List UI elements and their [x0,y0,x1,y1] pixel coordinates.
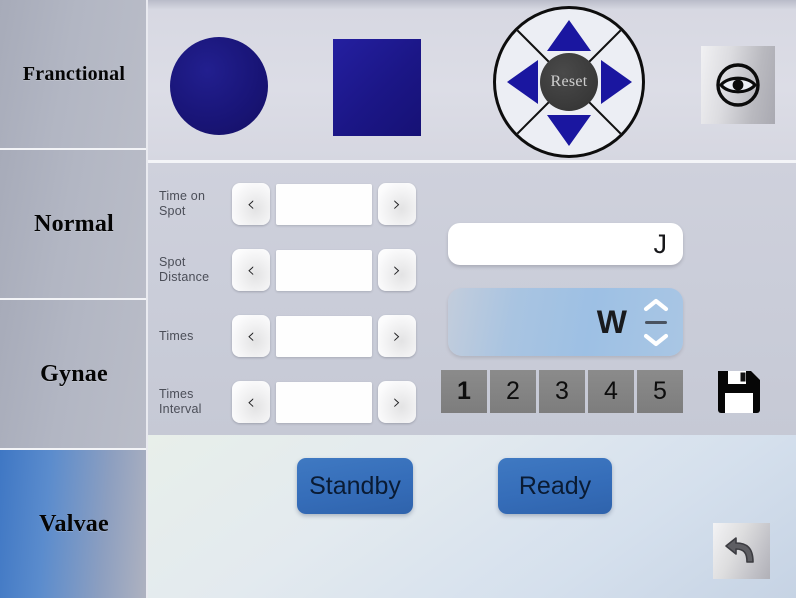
sidebar-item-valvae[interactable]: Valvae [0,450,148,598]
stepper-separator [645,320,667,324]
spot-distance-input[interactable] [276,249,372,291]
reset-button[interactable]: Reset [540,53,598,111]
power-stepper[interactable] [641,295,671,349]
circle-shape-button[interactable] [170,37,268,135]
mode-sidebar: Franctional Normal Gynae Valvae [0,0,148,598]
triangle-up-icon[interactable] [547,20,591,51]
sidebar-item-normal[interactable]: Normal [0,150,148,300]
preset-buttons: 1 2 3 4 5 [441,370,683,413]
preset-button-3[interactable]: 3 [539,370,585,413]
time-on-spot-input[interactable] [276,183,372,225]
triangle-left-icon[interactable] [507,60,538,104]
laser-control-panel: Franctional Normal Gynae Valvae Reset Ti… [0,0,796,598]
chevron-up-icon[interactable] [643,297,669,312]
sidebar-item-label: Gynae [40,360,108,387]
parameter-row: Spot Distance ‹ › [156,237,428,303]
main-content: Reset Time on Spot ‹ › Spot Distance ‹ ›… [148,0,796,598]
preset-button-1[interactable]: 1 [441,370,487,413]
chevron-down-icon[interactable] [643,332,669,347]
ready-button[interactable]: Ready [498,458,612,514]
sidebar-item-label: Normal [34,210,114,237]
spot-distance-decrement-button[interactable]: ‹ [232,249,270,291]
time-on-spot-increment-button[interactable]: › [378,183,416,225]
square-shape-button[interactable] [333,39,421,136]
times-decrement-button[interactable]: ‹ [232,315,270,357]
triangle-right-icon[interactable] [601,60,632,104]
standby-button[interactable]: Standby [297,458,413,514]
times-interval-decrement-button[interactable]: ‹ [232,381,270,423]
save-button[interactable] [713,367,765,417]
parameter-label-time-on-spot: Time on Spot [159,189,206,218]
parameter-row: Time on Spot ‹ › [156,171,428,237]
sidebar-item-label: Franctional [22,62,126,85]
action-band: Standby Ready [148,435,796,598]
parameter-row: Times Interval ‹ › [156,369,428,435]
time-on-spot-decrement-button[interactable]: ‹ [232,183,270,225]
energy-unit-label: J [653,228,668,259]
parameter-label-spot-distance: Spot Distance [159,255,210,284]
times-increment-button[interactable]: › [378,315,416,357]
power-unit-label: W [596,303,627,340]
spot-distance-increment-button[interactable]: › [378,249,416,291]
preview-eye-button[interactable] [701,46,775,124]
times-interval-input[interactable] [276,381,372,423]
back-button[interactable] [713,523,770,579]
parameter-label-times: Times [159,328,194,343]
preset-button-4[interactable]: 4 [588,370,634,413]
parameter-rows: Time on Spot ‹ › Spot Distance ‹ › Times… [156,171,428,435]
times-input[interactable] [276,315,372,357]
sidebar-item-franctional[interactable]: Franctional [0,0,148,150]
parameters-band: Time on Spot ‹ › Spot Distance ‹ › Times… [148,163,796,435]
triangle-down-icon[interactable] [547,115,591,146]
undo-arrow-icon [724,537,754,563]
floppy-disk-save-icon [718,371,760,413]
reset-label: Reset [550,73,588,90]
parameter-row: Times ‹ › [156,303,428,369]
shape-selection-band: Reset [148,0,796,163]
eye-icon [716,63,760,107]
preset-button-5[interactable]: 5 [637,370,683,413]
preset-button-2[interactable]: 2 [490,370,536,413]
sidebar-item-label: Valvae [39,510,109,537]
sidebar-item-gynae[interactable]: Gynae [0,300,148,450]
parameter-label-times-interval: Times Interval [159,387,202,416]
energy-field[interactable]: J [448,223,683,265]
times-interval-increment-button[interactable]: › [378,381,416,423]
power-field[interactable]: W [448,288,683,356]
direction-pad[interactable]: Reset [493,6,645,158]
